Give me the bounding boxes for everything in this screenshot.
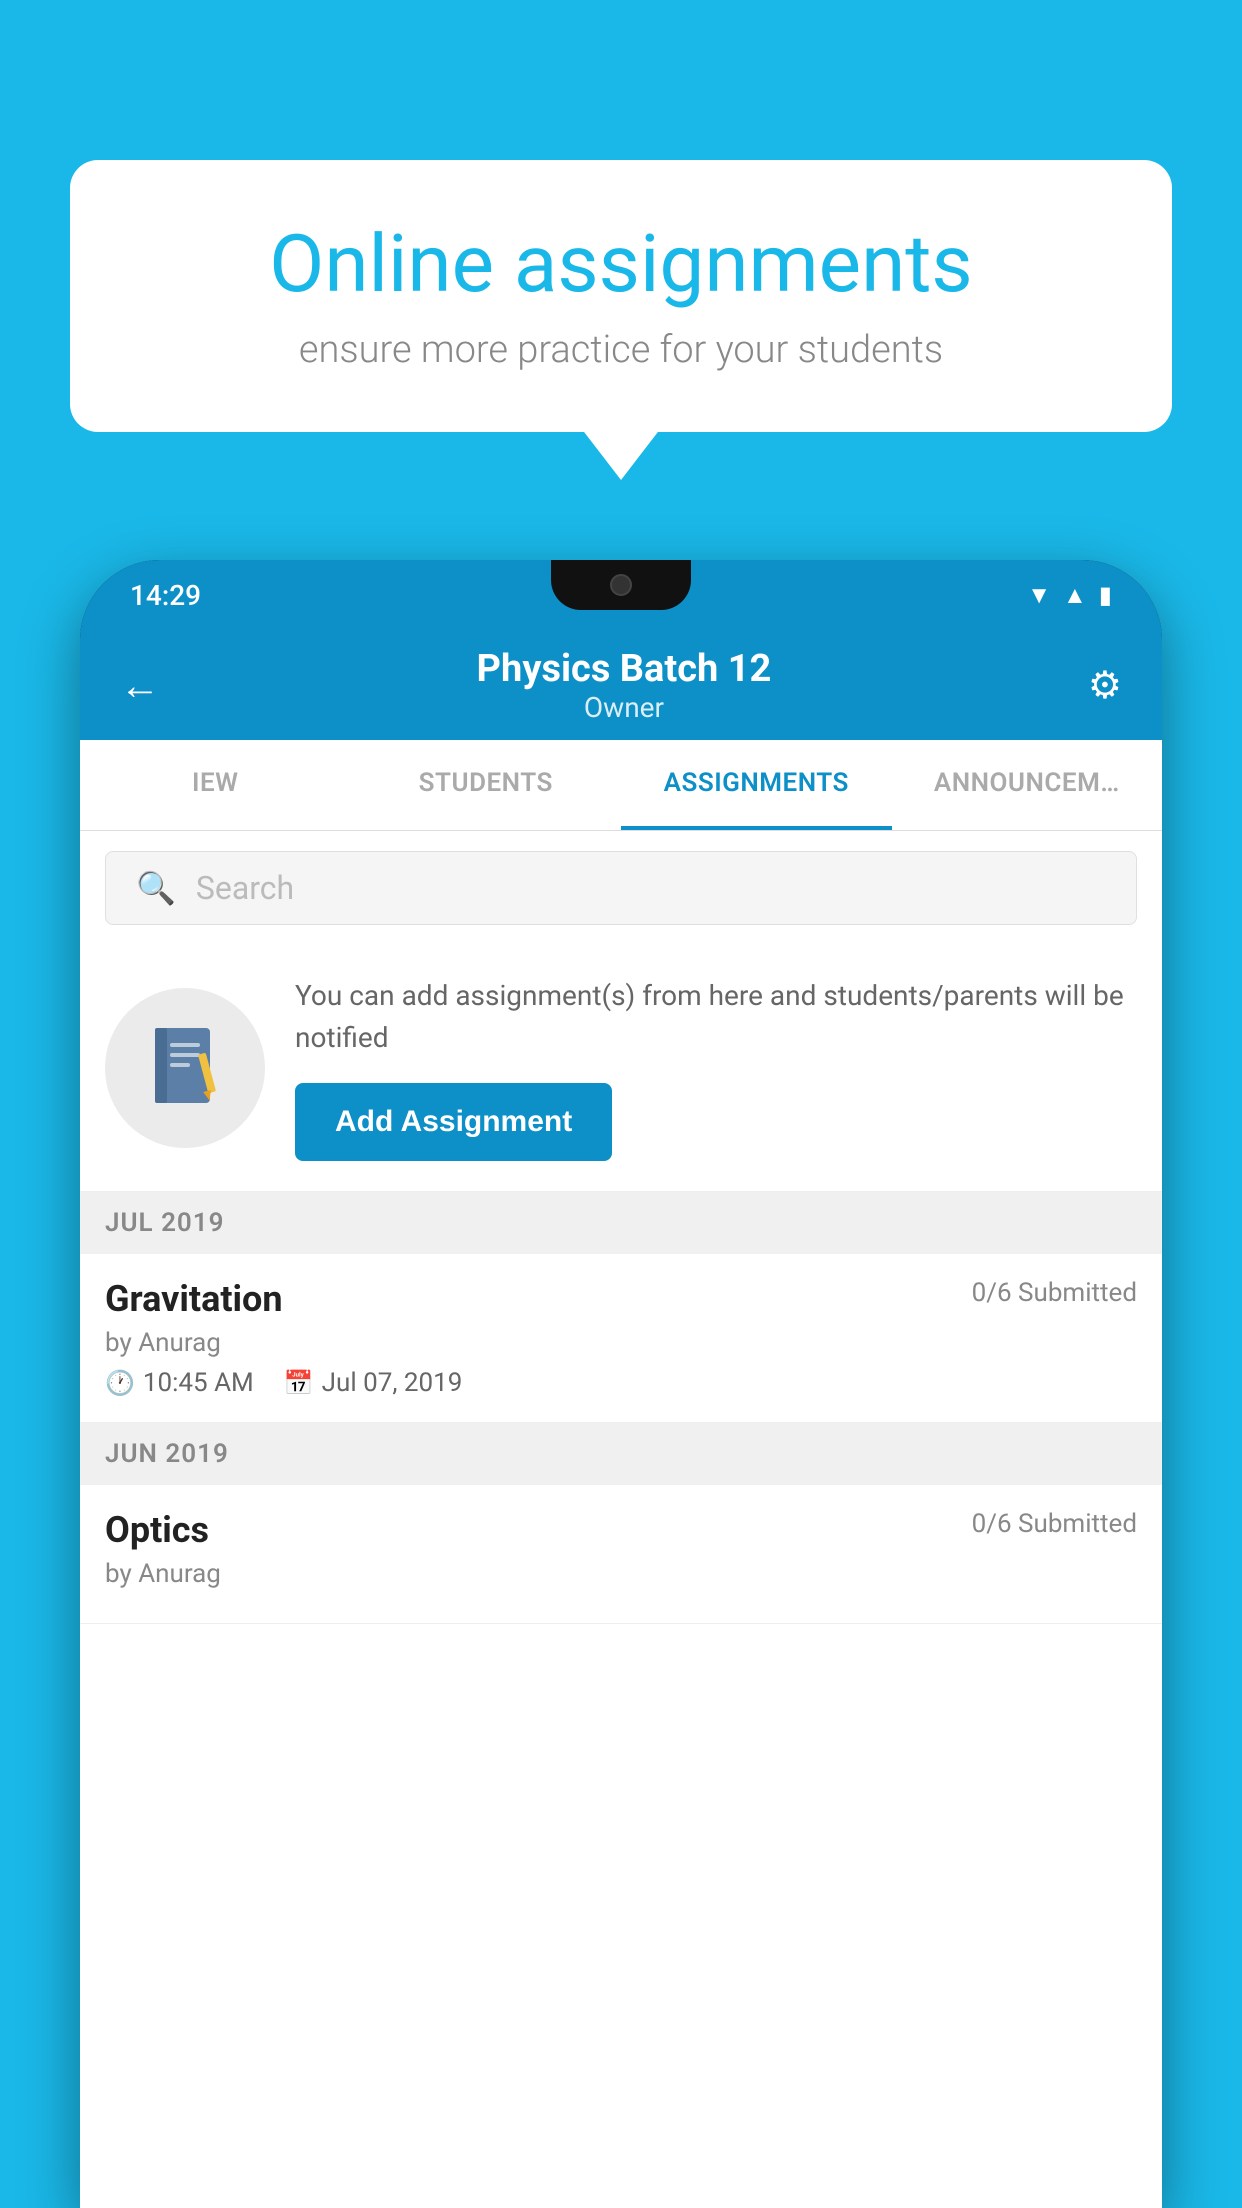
assignment-submitted-gravitation: 0/6 Submitted [972, 1278, 1137, 1308]
speech-bubble-container: Online assignments ensure more practice … [70, 160, 1172, 432]
status-bar: 14:29 ▼ ▲ ▮ [80, 560, 1162, 630]
search-placeholder: Search [196, 869, 294, 907]
add-assignment-button[interactable]: Add Assignment [295, 1083, 612, 1161]
add-assignment-promo: You can add assignment(s) from here and … [80, 945, 1162, 1192]
status-time: 14:29 [130, 579, 201, 612]
wifi-icon: ▼ [1027, 581, 1051, 610]
assignment-top: Gravitation 0/6 Submitted [105, 1278, 1137, 1320]
signal-icon: ▲ [1063, 581, 1087, 610]
promo-text: You can add assignment(s) from here and … [295, 975, 1137, 1059]
clock-icon: 🕐 [105, 1369, 135, 1397]
assignment-date-gravitation: 📅 Jul 07, 2019 [284, 1368, 463, 1398]
assignment-by-gravitation: by Anurag [105, 1328, 1137, 1358]
header-center: Physics Batch 12 Owner [477, 647, 772, 724]
calendar-icon: 📅 [284, 1369, 314, 1397]
tab-assignments[interactable]: ASSIGNMENTS [621, 740, 892, 830]
phone-notch [551, 560, 691, 610]
assignment-time-gravitation: 🕐 10:45 AM [105, 1368, 254, 1398]
assignment-date-value: Jul 07, 2019 [322, 1368, 463, 1398]
settings-icon[interactable]: ⚙ [1088, 663, 1122, 708]
section-jun-2019: JUN 2019 [80, 1423, 1162, 1485]
phone-content: 🔍 Search You can add ass [80, 831, 1162, 2208]
assignment-by-optics: by Anurag [105, 1559, 1137, 1589]
search-icon: 🔍 [136, 869, 176, 907]
assignment-submitted-optics: 0/6 Submitted [972, 1509, 1137, 1539]
assignment-time-value: 10:45 AM [143, 1368, 254, 1398]
assignment-name-optics: Optics [105, 1509, 209, 1551]
speech-bubble-subtitle: ensure more practice for your students [140, 328, 1102, 372]
assignment-name-gravitation: Gravitation [105, 1278, 283, 1320]
assignment-meta-gravitation: 🕐 10:45 AM 📅 Jul 07, 2019 [105, 1368, 1137, 1398]
speech-bubble-title: Online assignments [140, 220, 1102, 308]
notebook-icon [145, 1023, 225, 1113]
search-container: 🔍 Search [80, 831, 1162, 945]
header-title: Physics Batch 12 [477, 647, 772, 691]
phone-frame: 14:29 ▼ ▲ ▮ ← Physics Batch 12 Owner ⚙ I… [80, 560, 1162, 2208]
assignment-item-optics[interactable]: Optics 0/6 Submitted by Anurag [80, 1485, 1162, 1624]
assignment-item-gravitation[interactable]: Gravitation 0/6 Submitted by Anurag 🕐 10… [80, 1254, 1162, 1423]
app-header: ← Physics Batch 12 Owner ⚙ [80, 630, 1162, 740]
tab-students[interactable]: STUDENTS [351, 740, 622, 830]
tabs-bar: IEW STUDENTS ASSIGNMENTS ANNOUNCEM… [80, 740, 1162, 831]
status-icons: ▼ ▲ ▮ [1027, 581, 1112, 610]
promo-icon-circle [105, 988, 265, 1148]
notch-camera [610, 574, 632, 596]
promo-right: You can add assignment(s) from here and … [295, 975, 1137, 1161]
tab-announcements[interactable]: ANNOUNCEM… [892, 740, 1163, 830]
battery-icon: ▮ [1099, 581, 1112, 609]
speech-bubble: Online assignments ensure more practice … [70, 160, 1172, 432]
section-jul-2019: JUL 2019 [80, 1192, 1162, 1254]
tab-iew[interactable]: IEW [80, 740, 351, 830]
assignment-top-optics: Optics 0/6 Submitted [105, 1509, 1137, 1551]
header-subtitle: Owner [477, 691, 772, 724]
back-button[interactable]: ← [120, 662, 160, 709]
search-bar[interactable]: 🔍 Search [105, 851, 1137, 925]
